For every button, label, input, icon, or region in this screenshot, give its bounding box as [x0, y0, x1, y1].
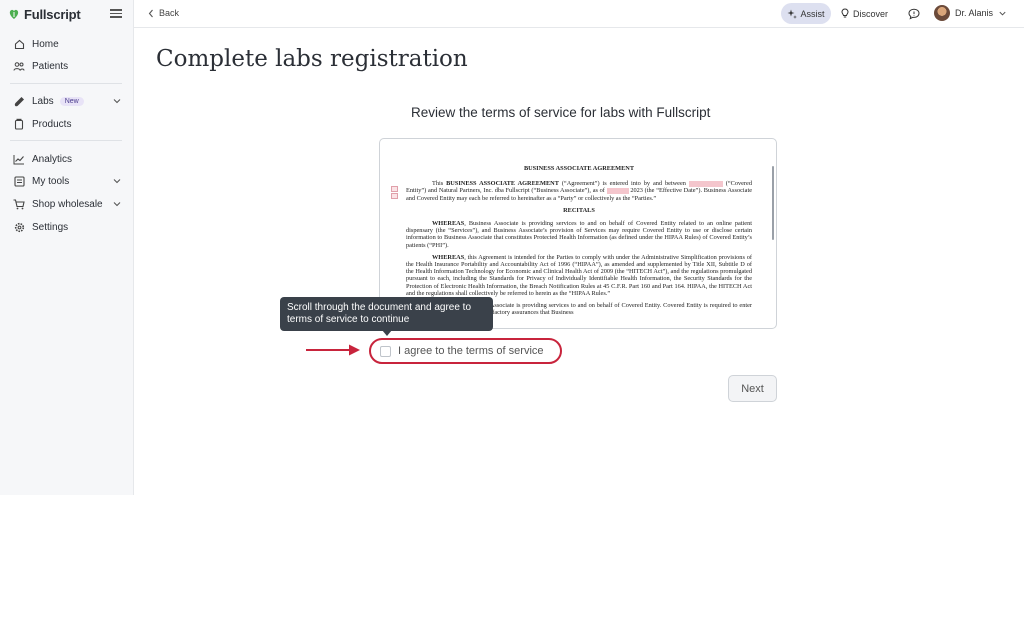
- sidebar-item-settings[interactable]: Settings: [0, 217, 134, 237]
- discover-label: Discover: [853, 8, 889, 19]
- labs-icon: [13, 95, 25, 107]
- redacted-field: [688, 180, 723, 187]
- chevron-left-icon: [148, 9, 153, 17]
- document-paragraph: This BUSINESS ASSOCIATE AGREEMENT (“Agre…: [406, 180, 752, 202]
- agree-terms-highlight[interactable]: I agree to the terms of service: [369, 338, 562, 364]
- document-paragraph: WHEREAS, this Agreement is intended for …: [406, 254, 752, 297]
- sidebar-item-label: My tools: [32, 175, 70, 187]
- sidebar-item-label: Labs: [32, 95, 54, 107]
- scroll-tooltip: Scroll through the document and agree to…: [280, 297, 493, 331]
- page-title: Complete labs registration: [156, 46, 468, 72]
- sidebar-item-home[interactable]: Home: [0, 34, 134, 54]
- user-menu[interactable]: Dr. Alanis: [934, 5, 1007, 21]
- sidebar-item-patients[interactable]: Patients: [0, 56, 134, 76]
- paragraph-text: (“Agreement”) is entered into by and bet…: [558, 180, 689, 188]
- sidebar-item-products[interactable]: Products: [0, 114, 134, 134]
- menu-toggle-icon[interactable]: [110, 7, 122, 19]
- agreement-title: BUSINESS ASSOCIATE AGREEMENT: [446, 180, 559, 188]
- chevron-down-icon[interactable]: [112, 96, 122, 106]
- document-heading: BUSINESS ASSOCIATE AGREEMENT: [523, 165, 635, 172]
- home-icon: [13, 38, 25, 50]
- signature-marker: [391, 193, 398, 199]
- document-paragraph: WHEREAS, Business Associate is providing…: [406, 220, 752, 249]
- tools-icon: [13, 175, 25, 187]
- next-button[interactable]: Next: [728, 375, 777, 402]
- sidebar-item-labs[interactable]: Labs New: [0, 91, 134, 111]
- agree-terms-checkbox[interactable]: [380, 345, 391, 357]
- whereas-label: WHEREAS: [432, 220, 465, 228]
- brand-logo[interactable]: Fullscript: [8, 6, 81, 22]
- chevron-down-icon: [999, 11, 1006, 16]
- chevron-down-icon[interactable]: [112, 176, 122, 186]
- paragraph-text: , this Agreement is intended for the Par…: [406, 253, 752, 297]
- sidebar-item-shop-wholesale[interactable]: Shop wholesale: [0, 194, 134, 214]
- sidebar-item-label: Patients: [32, 60, 69, 72]
- chat-icon[interactable]: [908, 8, 920, 20]
- brand-name: Fullscript: [24, 6, 81, 22]
- sidebar-item-label: Home: [32, 38, 59, 50]
- new-badge: New: [59, 96, 84, 106]
- sidebar-item-label: Shop wholesale: [32, 198, 103, 210]
- chevron-down-icon[interactable]: [112, 199, 122, 209]
- sidebar-item-label: Analytics: [32, 153, 73, 165]
- assist-button[interactable]: Assist: [781, 3, 831, 24]
- lightbulb-icon: [841, 8, 849, 18]
- discover-button[interactable]: Discover: [841, 8, 888, 19]
- redacted-field: [606, 187, 629, 194]
- signature-marker: [391, 186, 398, 192]
- terms-subtitle: Review the terms of service for labs wit…: [411, 105, 711, 120]
- whereas-label: WHEREAS: [432, 253, 465, 261]
- sidebar-divider: [10, 83, 122, 84]
- tooltip-pointer: [382, 330, 392, 336]
- fullscript-leaf-icon: [9, 9, 19, 19]
- cart-icon: [13, 198, 25, 210]
- document-scrollbar[interactable]: [772, 166, 774, 240]
- patients-icon: [13, 60, 25, 72]
- sidebar-item-analytics[interactable]: Analytics: [0, 149, 134, 169]
- sidebar-item-label: Settings: [32, 221, 69, 233]
- recitals-heading: RECITALS: [563, 206, 595, 214]
- sidebar: Fullscript Home Patients Labs New Produc…: [0, 0, 134, 495]
- sidebar-divider: [10, 140, 122, 141]
- user-name: Dr. Alanis: [955, 8, 994, 18]
- sidebar-item-label: Products: [32, 118, 72, 130]
- assist-label: Assist: [800, 8, 825, 19]
- top-bar: Back Assist Discover Dr. Alanis: [134, 0, 1024, 28]
- sparkle-icon: [787, 9, 798, 19]
- products-icon: [13, 118, 25, 130]
- back-label: Back: [159, 8, 180, 18]
- agree-terms-label[interactable]: I agree to the terms of service: [398, 345, 544, 357]
- paragraph-text: This: [432, 180, 447, 188]
- back-link[interactable]: Back: [148, 8, 179, 18]
- arrow-right-icon: [306, 344, 360, 356]
- analytics-icon: [13, 153, 25, 165]
- sidebar-item-my-tools[interactable]: My tools: [0, 171, 134, 191]
- gear-icon: [13, 221, 25, 233]
- avatar: [934, 5, 950, 21]
